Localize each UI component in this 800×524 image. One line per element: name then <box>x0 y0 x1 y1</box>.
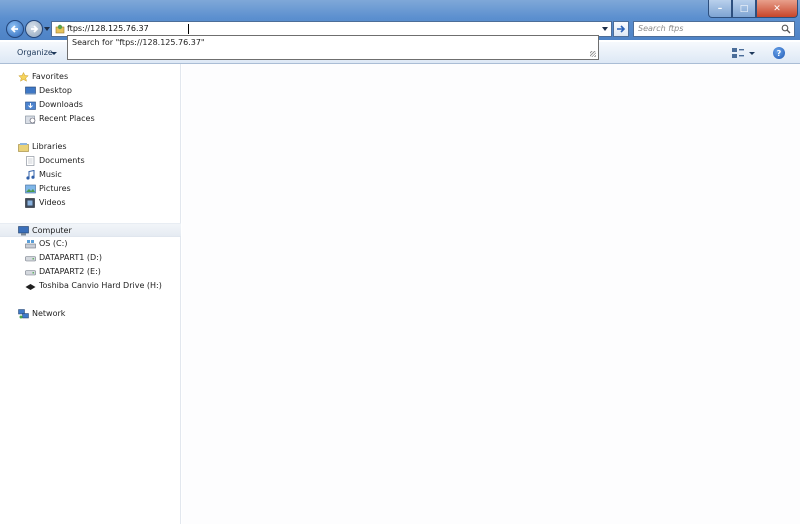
music-note-icon <box>26 170 35 180</box>
nav-label: Music <box>39 170 62 179</box>
nav-downloads[interactable]: Downloads <box>0 98 181 112</box>
autocomplete-search-suggestion[interactable]: Search for "ftps://128.125.76.37" <box>72 38 205 47</box>
computer-icon <box>18 226 29 236</box>
network-icon <box>18 309 29 319</box>
close-button[interactable]: ✕ <box>756 0 798 18</box>
network-folder-icon <box>55 24 65 34</box>
nav-label: Videos <box>39 198 66 207</box>
nav-drive-c[interactable]: OS (C:) <box>0 237 181 251</box>
help-button[interactable]: ? <box>773 47 785 59</box>
desktop-icon <box>25 86 36 95</box>
hard-drive-icon <box>25 256 36 262</box>
address-autocomplete-dropdown: Search for "ftps://128.125.76.37" <box>67 35 599 60</box>
arrow-right-icon <box>31 25 39 33</box>
file-list-pane[interactable] <box>182 64 800 524</box>
video-icon <box>25 198 35 208</box>
nav-label: Toshiba Canvio Hard Drive (H:) <box>39 281 162 290</box>
nav-computer[interactable]: Computer <box>0 223 181 237</box>
nav-label: Pictures <box>39 184 71 193</box>
libraries-icon <box>18 143 29 152</box>
nav-label: Recent Places <box>39 114 95 123</box>
minimize-button[interactable]: – <box>708 0 732 18</box>
forward-button[interactable] <box>25 20 43 38</box>
nav-documents[interactable]: Documents <box>0 154 181 168</box>
chevron-down-icon[interactable] <box>749 52 755 55</box>
maximize-button[interactable]: □ <box>732 0 756 18</box>
nav-label: Libraries <box>32 142 67 151</box>
resize-grip[interactable] <box>590 51 596 57</box>
arrow-right-icon <box>617 25 626 33</box>
external-drive-icon <box>25 284 36 290</box>
recent-places-icon <box>25 115 36 124</box>
nav-drive-h[interactable]: Toshiba Canvio Hard Drive (H:) <box>0 279 181 293</box>
nav-label: DATAPART1 (D:) <box>39 253 102 262</box>
go-button[interactable] <box>613 21 629 37</box>
nav-label: Network <box>32 309 66 318</box>
nav-label: Documents <box>39 156 85 165</box>
nav-libraries[interactable]: Libraries <box>0 140 181 154</box>
chevron-down-icon[interactable] <box>602 27 608 31</box>
nav-label: DATAPART2 (E:) <box>39 267 101 276</box>
downloads-folder-icon <box>25 101 36 110</box>
search-input[interactable] <box>638 22 778 36</box>
nav-favorites[interactable]: Favorites <box>0 70 181 84</box>
navigation-pane: Favorites Desktop Downloads Recent Place… <box>0 64 181 524</box>
address-input[interactable] <box>67 22 587 36</box>
arrow-left-icon <box>10 25 18 33</box>
window-controls: – □ ✕ <box>708 0 798 18</box>
nav-music[interactable]: Music <box>0 168 181 182</box>
system-drive-icon <box>25 240 36 249</box>
change-view-icon[interactable] <box>732 48 744 58</box>
text-caret <box>188 24 189 34</box>
nav-pictures[interactable]: Pictures <box>0 182 181 196</box>
star-icon <box>18 72 29 82</box>
nav-videos[interactable]: Videos <box>0 196 181 210</box>
nav-label: Computer <box>32 226 72 235</box>
nav-network[interactable]: Network <box>0 307 181 321</box>
nav-drive-d[interactable]: DATAPART1 (D:) <box>0 251 181 265</box>
search-box[interactable] <box>633 21 795 37</box>
chevron-down-icon <box>51 52 57 55</box>
picture-icon <box>25 184 36 194</box>
nav-drive-e[interactable]: DATAPART2 (E:) <box>0 265 181 279</box>
organize-menu-button[interactable]: Organize <box>17 48 53 57</box>
nav-label: OS (C:) <box>39 239 68 248</box>
document-icon <box>26 156 35 166</box>
nav-recent-places[interactable]: Recent Places <box>0 112 181 126</box>
hard-drive-icon <box>25 270 36 276</box>
recent-pages-dropdown-icon[interactable] <box>44 27 50 31</box>
nav-label: Favorites <box>32 72 69 81</box>
nav-desktop[interactable]: Desktop <box>0 84 181 98</box>
search-icon[interactable] <box>781 24 791 34</box>
nav-label: Desktop <box>39 86 72 95</box>
nav-label: Downloads <box>39 100 83 109</box>
back-button[interactable] <box>6 20 24 38</box>
